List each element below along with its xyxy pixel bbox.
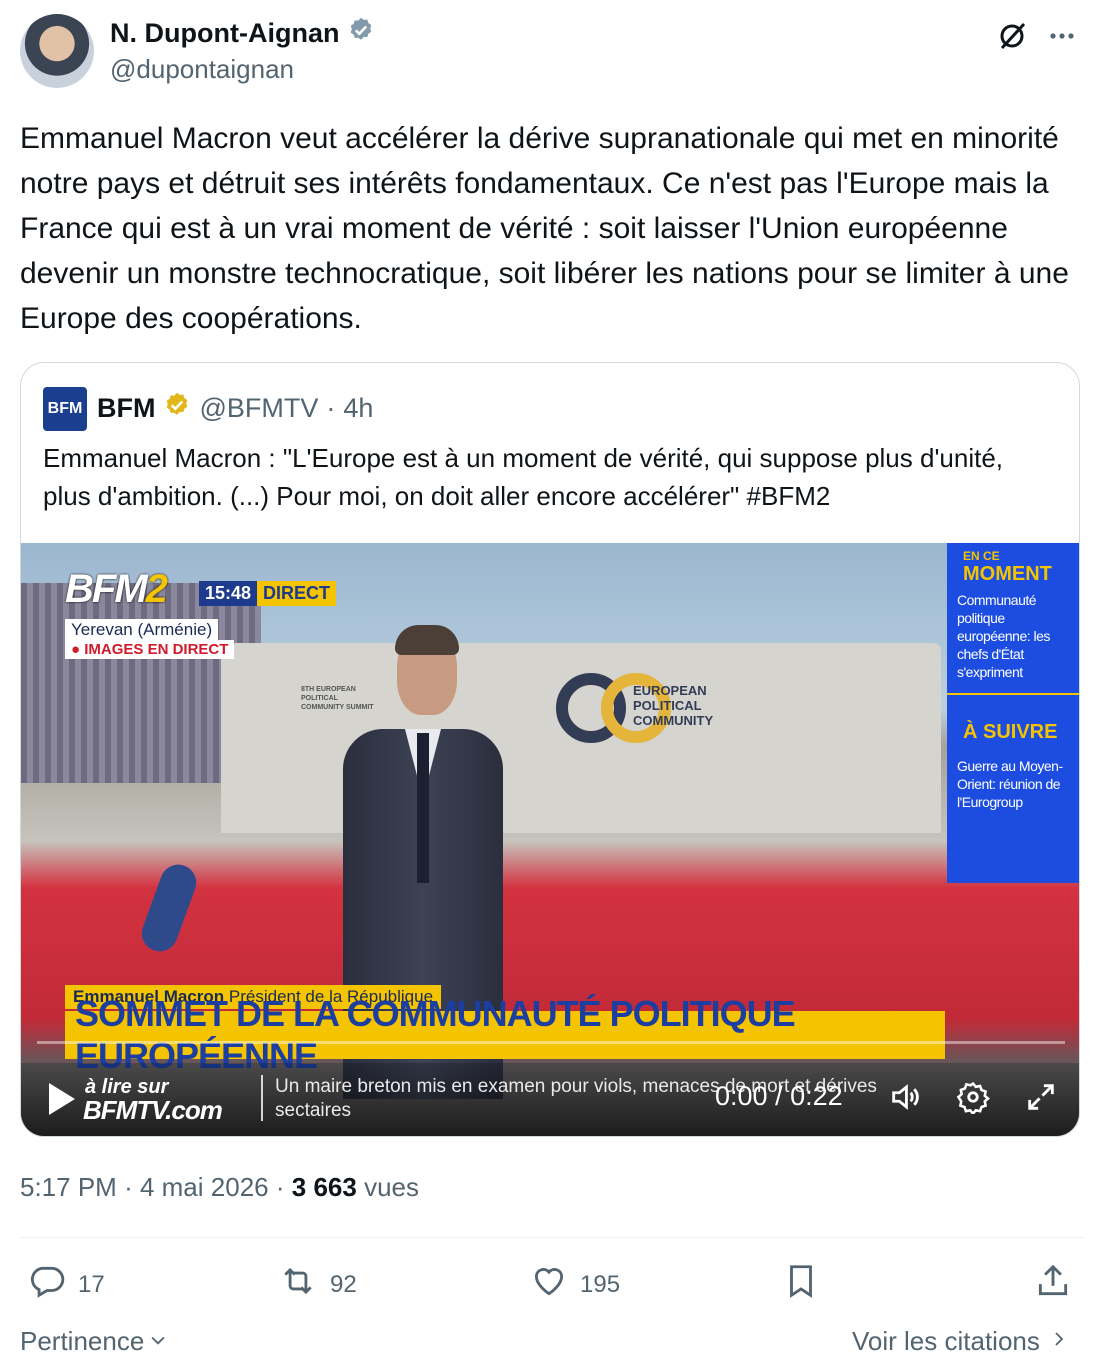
author-avatar[interactable] [20, 14, 94, 88]
headline-banner: SOMMET DE LA COMMUNAUTÉ POLITIQUE EUROPÉ… [65, 993, 945, 1076]
quoted-tweet-age[interactable]: 4h [343, 393, 373, 424]
side-now-small: EN CE [963, 549, 1000, 563]
live-images-label: ● IMAGES EN DIRECT [65, 640, 235, 659]
side-now-title: MOMENT [963, 563, 1052, 585]
meta-separator: · [326, 393, 336, 423]
bookmark-icon [782, 1262, 820, 1307]
speaker-hair [395, 625, 459, 655]
broadcast-clock: 15:48 [199, 581, 258, 606]
views-count: 3 663 [291, 1172, 357, 1202]
share-icon [1034, 1262, 1072, 1307]
share-button[interactable] [1034, 1262, 1072, 1307]
settings-gear-icon[interactable] [955, 1079, 991, 1115]
speaker-tie [417, 733, 429, 883]
sort-label: Pertinence [20, 1326, 145, 1356]
video-player[interactable]: 8TH EUROPEAN POLITICAL COMMUNITY SUMMIT … [21, 543, 1079, 1136]
reply-icon [28, 1262, 66, 1307]
microphone [136, 859, 202, 957]
meta-separator: · [124, 1172, 133, 1202]
tweet-date[interactable]: 4 mai 2026 [140, 1172, 269, 1202]
quoted-tweet-header: BFM @BFMTV · 4h [97, 391, 373, 426]
location-label: Yerevan (Arménie) [65, 619, 219, 641]
view-quotes-label: Voir les citations [852, 1326, 1040, 1356]
ticker-separator [261, 1075, 263, 1121]
quoted-author-name[interactable]: BFM [97, 393, 155, 424]
chevron-down-icon [148, 1326, 168, 1357]
fullscreen-icon[interactable] [1023, 1079, 1059, 1115]
views-label: vues [364, 1172, 419, 1202]
promo-site: BFMTV.com [83, 1095, 223, 1125]
like-button[interactable]: 195 [530, 1262, 620, 1307]
promo-small: à lire sur [85, 1076, 169, 1098]
sort-dropdown[interactable]: Pertinence [20, 1326, 168, 1357]
verified-badge-icon [347, 16, 375, 51]
like-count: 195 [580, 1270, 621, 1298]
bookmark-button[interactable] [782, 1262, 820, 1307]
side-divider [947, 693, 1079, 695]
divider [20, 1237, 1084, 1238]
meta-separator: · [275, 1172, 285, 1202]
grok-icon[interactable] [996, 20, 1028, 52]
author-handle[interactable]: @dupontaignan [110, 54, 294, 85]
repost-button[interactable]: 92 [278, 1262, 357, 1307]
chevron-right-icon [1050, 1326, 1068, 1357]
play-icon[interactable] [49, 1083, 75, 1115]
video-time: 0:00 / 0:22 [715, 1081, 843, 1112]
author-name-row: N. Dupont-Aignan [110, 16, 375, 51]
channel-name: BFM [65, 567, 148, 611]
side-next-title: À SUIVRE [963, 721, 1058, 743]
quoted-author-handle[interactable]: @BFMTV [199, 393, 318, 424]
reply-button[interactable]: 17 [28, 1262, 105, 1307]
side-panel: EN CE MOMENT Communauté politique europé… [947, 543, 1079, 883]
reply-count: 17 [78, 1270, 105, 1298]
side-next-text: Guerre au Moyen-Orient: réunion de l'Eur… [957, 758, 1063, 810]
volume-icon[interactable] [887, 1079, 923, 1115]
repost-icon [278, 1262, 318, 1307]
video-current-time: 0:00 [715, 1081, 768, 1111]
channel-logo: BFM2 [65, 567, 168, 612]
bfm-avatar[interactable]: BFM [43, 387, 87, 431]
tweet-text: Emmanuel Macron veut accélérer la dérive… [20, 122, 1069, 335]
video-duration: 0:22 [790, 1081, 843, 1111]
summit-sign-main: EUROPEAN POLITICAL COMMUNITY [633, 683, 714, 728]
gold-verified-icon [163, 391, 191, 426]
quoted-tweet-card[interactable]: BFM BFM @BFMTV · 4h Emmanuel Macron : "L… [20, 362, 1080, 1137]
author-name[interactable]: N. Dupont-Aignan [110, 18, 339, 49]
video-time-separator: / [775, 1081, 783, 1111]
channel-number: 2 [145, 567, 168, 611]
view-quotes-link[interactable]: Voir les citations [852, 1326, 1068, 1357]
heart-icon [530, 1262, 568, 1307]
tweet-meta: 5:17 PM · 4 mai 2026 · 3 663 vues [20, 1172, 419, 1203]
tweet-time[interactable]: 5:17 PM [20, 1172, 117, 1202]
live-label: DIRECT [257, 581, 336, 606]
quoted-tweet-text: Emmanuel Macron : "L'Europe est à un mom… [43, 443, 1004, 511]
video-progress-bar[interactable] [37, 1041, 1065, 1044]
more-icon[interactable] [1046, 20, 1078, 52]
repost-count: 92 [330, 1270, 357, 1298]
side-now-text: Communauté politique européenne: les che… [957, 592, 1050, 680]
